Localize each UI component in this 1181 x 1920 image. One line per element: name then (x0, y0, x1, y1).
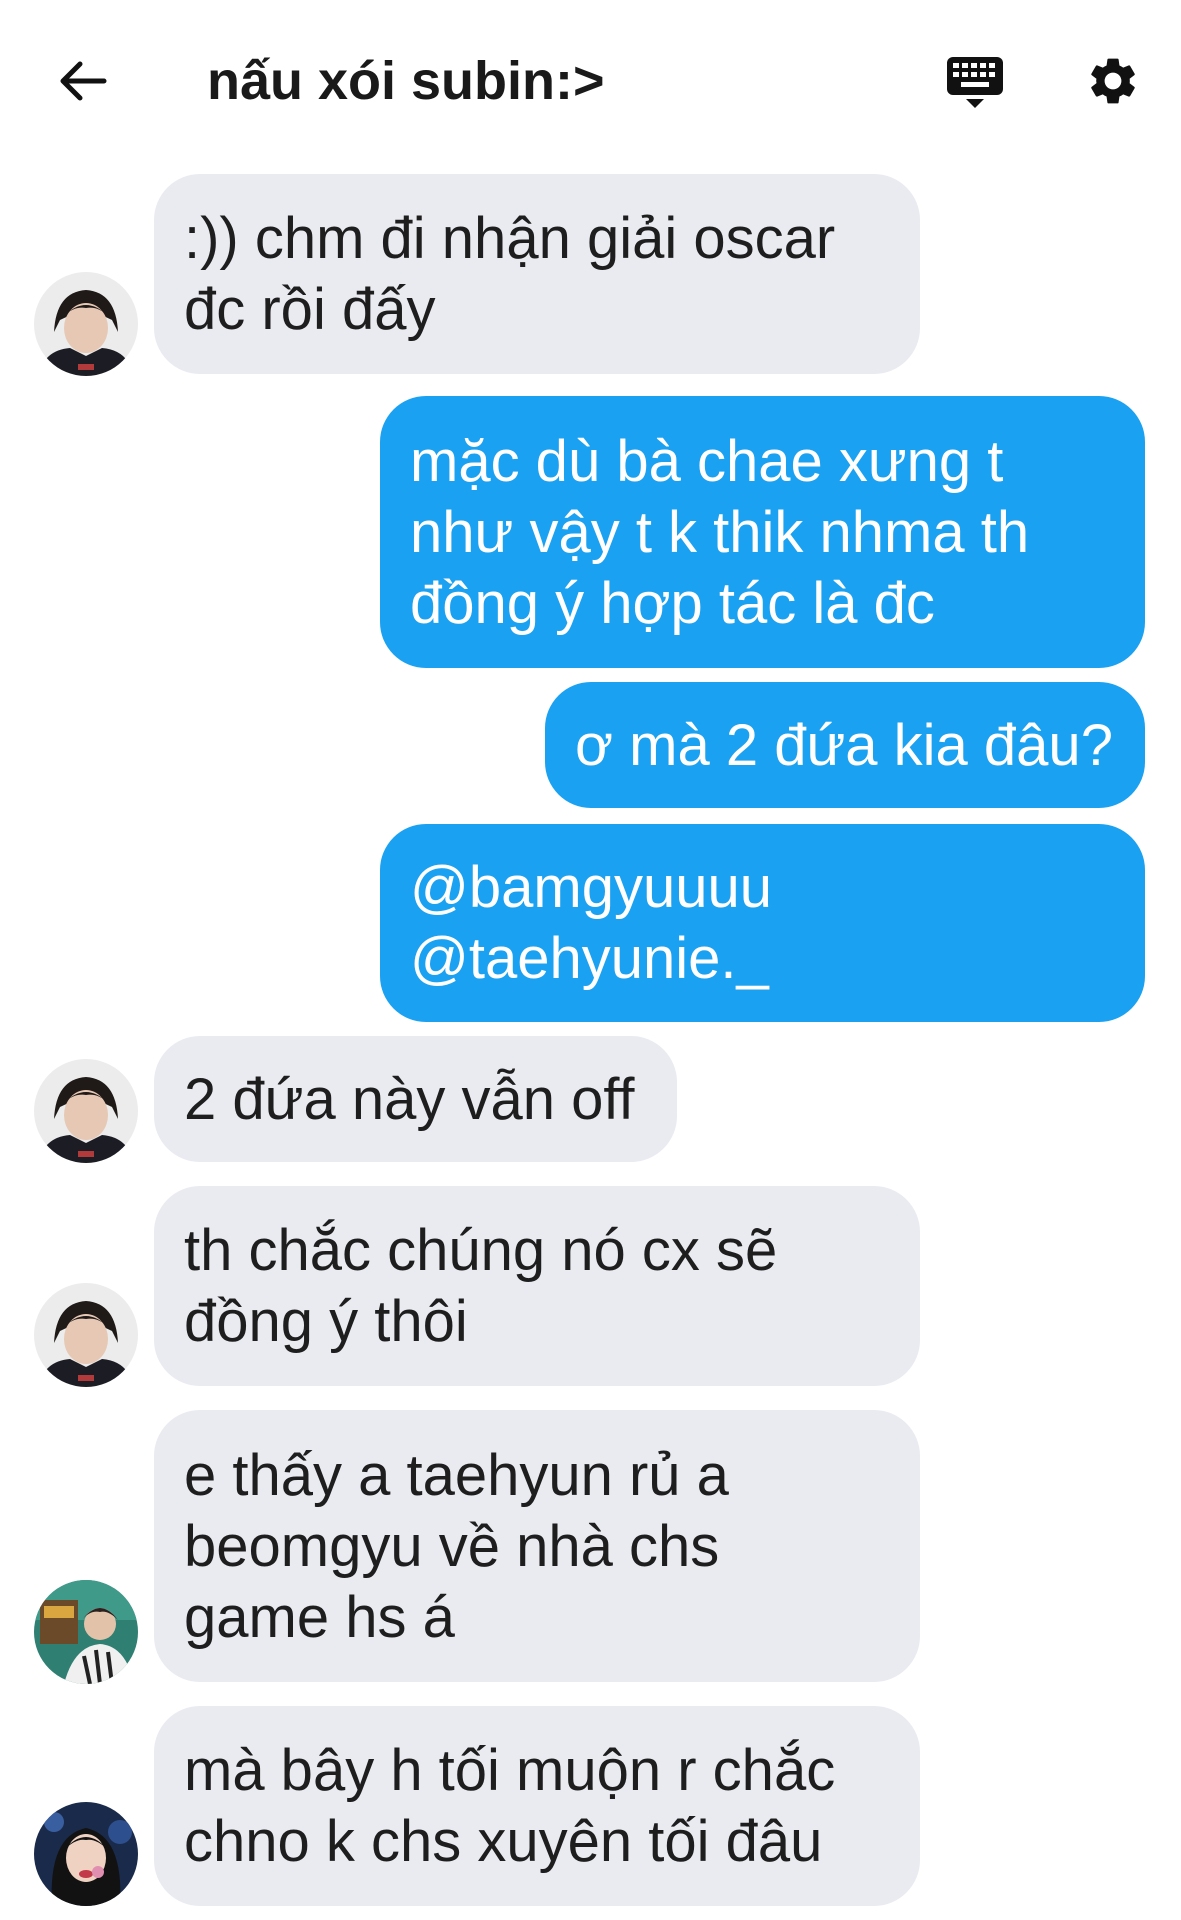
message-text: đồng ý thôi (184, 1289, 468, 1354)
message-bubble-received[interactable]: mà bây h tối muộn r chắc chno k chs xuyê… (154, 1706, 920, 1906)
message-text: mặc dù bà chae xưng t (410, 428, 1004, 494)
message-text: :)) chm đi nhận giải oscar (184, 206, 836, 271)
message-bubble-received[interactable]: 2 đứa này vẫn off (154, 1036, 677, 1162)
message-bubble-received[interactable]: :)) chm đi nhận giải oscar đc rồi đấy (154, 174, 920, 374)
message-text: đồng ý hợp tác là đc (410, 570, 935, 636)
arrow-left-icon (60, 61, 107, 101)
message-text: đc rồi đấy (184, 277, 436, 342)
keyboard-icon (947, 57, 1003, 108)
back-button[interactable] (50, 48, 116, 114)
message-text: 2 đứa này vẫn off (184, 1066, 635, 1132)
keyboard-button[interactable] (940, 50, 1010, 116)
message-text: @bamgyuuuu (410, 855, 772, 920)
avatar[interactable] (34, 1283, 138, 1387)
settings-button[interactable] (1080, 48, 1146, 114)
message-text: e thấy a taehyun rủ a (184, 1442, 729, 1508)
chat-header: nấu xói subin:> (0, 0, 1181, 160)
message-text: ơ mà 2 đứa kia đâu? (575, 712, 1113, 778)
message-text: @taehyunie._ (410, 926, 769, 991)
message-text: th chắc chúng nó cx sẽ (184, 1218, 778, 1283)
avatar[interactable] (34, 1802, 138, 1906)
message-text: mà bây h tối muộn r chắc (184, 1738, 836, 1803)
avatar[interactable] (34, 1580, 138, 1684)
message-bubble-sent[interactable]: ơ mà 2 đứa kia đâu? (545, 682, 1145, 808)
message-bubble-received[interactable]: th chắc chúng nó cx sẽ đồng ý thôi (154, 1186, 920, 1386)
message-text: game hs á (184, 1584, 455, 1650)
page-title: nấu xói subin:> (207, 51, 605, 111)
message-bubble-received[interactable]: e thấy a taehyun rủ a beomgyu về nhà chs… (154, 1410, 920, 1682)
message-text: chno k chs xuyên tối đâu (184, 1809, 823, 1874)
gear-icon (1091, 58, 1135, 104)
message-text: beomgyu về nhà chs (184, 1513, 720, 1579)
message-bubble-sent[interactable]: @bamgyuuuu @taehyunie._ (380, 824, 1145, 1022)
avatar[interactable] (34, 1059, 138, 1163)
avatar[interactable] (34, 272, 138, 376)
message-bubble-sent[interactable]: mặc dù bà chae xưng t như vậy t k thik n… (380, 396, 1145, 668)
message-text: như vậy t k thik nhma th (410, 499, 1030, 565)
